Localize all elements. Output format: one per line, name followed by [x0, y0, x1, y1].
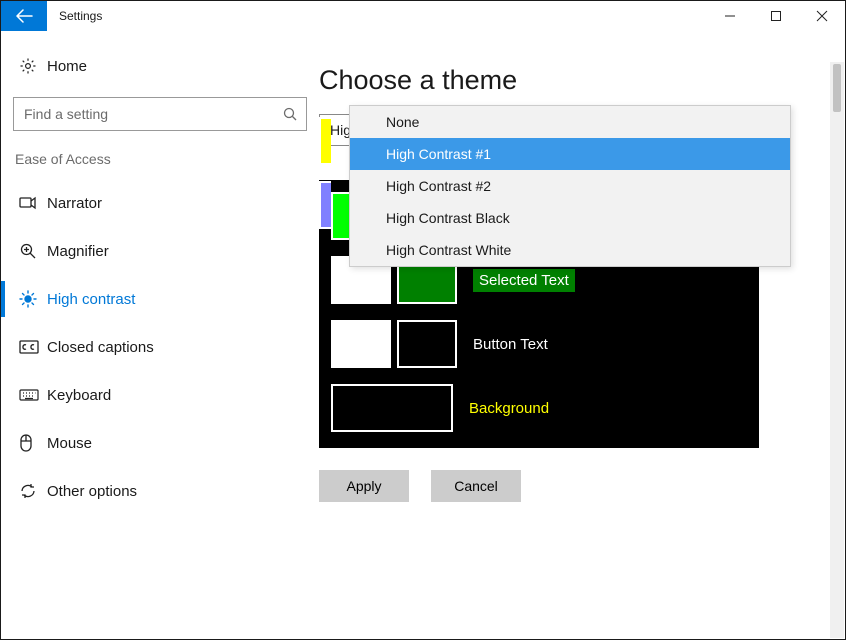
titlebar: Settings [1, 1, 845, 31]
sidebar-item-high-contrast[interactable]: High contrast [1, 275, 319, 323]
section-header: Ease of Access [1, 145, 319, 179]
sidebar-item-label: High contrast [47, 291, 135, 308]
settings-window: Settings Home [0, 0, 846, 640]
theme-option-white[interactable]: High Contrast White [350, 234, 790, 266]
sync-icon [19, 482, 47, 500]
preview-label-button: Button Text [473, 336, 548, 353]
preview-label-selected: Selected Text [473, 269, 575, 292]
scrollbar-thumb[interactable] [833, 64, 841, 112]
search-placeholder: Find a setting [24, 106, 282, 122]
swatch-background[interactable] [331, 384, 453, 432]
search-input[interactable]: Find a setting [13, 97, 307, 131]
swatch-button-fg[interactable] [331, 320, 391, 368]
sidebar-item-mouse[interactable]: Mouse [1, 419, 319, 467]
back-button[interactable] [1, 1, 47, 31]
swatch-button-bg[interactable] [397, 320, 457, 368]
mouse-icon [19, 434, 47, 452]
sidebar-item-label: Closed captions [47, 339, 154, 356]
cc-icon [19, 340, 47, 354]
gear-icon [19, 57, 47, 75]
sidebar: Home Find a setting Ease of Access Narra… [1, 31, 319, 639]
sidebar-item-label: Mouse [47, 435, 92, 452]
theme-option-black[interactable]: High Contrast Black [350, 202, 790, 234]
swatch-text-peek [319, 117, 331, 165]
theme-dropdown-menu: None High Contrast #1 High Contrast #2 H… [349, 105, 791, 267]
vertical-scrollbar[interactable] [830, 62, 844, 638]
theme-option-hc1[interactable]: High Contrast #1 [350, 138, 790, 170]
theme-option-hc2[interactable]: High Contrast #2 [350, 170, 790, 202]
sidebar-item-keyboard[interactable]: Keyboard [1, 371, 319, 419]
cancel-button[interactable]: Cancel [431, 470, 521, 502]
page-title: Choose a theme [319, 65, 821, 96]
minimize-button[interactable] [707, 1, 753, 31]
keyboard-icon [19, 389, 47, 401]
window-title: Settings [47, 1, 707, 31]
preview-label-background: Background [469, 400, 549, 417]
theme-option-none[interactable]: None [350, 106, 790, 138]
close-button[interactable] [799, 1, 845, 31]
sidebar-item-magnifier[interactable]: Magnifier [1, 227, 319, 275]
search-icon [282, 106, 298, 122]
sidebar-nav: Narrator Magnifier High contrast [1, 179, 319, 515]
apply-button[interactable]: Apply [319, 470, 409, 502]
sidebar-item-label: Keyboard [47, 387, 111, 404]
sidebar-item-other-options[interactable]: Other options [1, 467, 319, 515]
home-label: Home [47, 58, 87, 75]
magnifier-icon [19, 242, 47, 260]
maximize-button[interactable] [753, 1, 799, 31]
sidebar-item-closed-captions[interactable]: Closed captions [1, 323, 319, 371]
narrator-icon [19, 195, 47, 211]
swatch-hyperlink-peek [319, 181, 331, 229]
home-nav[interactable]: Home [1, 43, 319, 89]
sidebar-item-label: Magnifier [47, 243, 109, 260]
sidebar-item-label: Narrator [47, 195, 102, 212]
sidebar-item-label: Other options [47, 483, 137, 500]
brightness-icon [19, 290, 47, 308]
sidebar-item-narrator[interactable]: Narrator [1, 179, 319, 227]
